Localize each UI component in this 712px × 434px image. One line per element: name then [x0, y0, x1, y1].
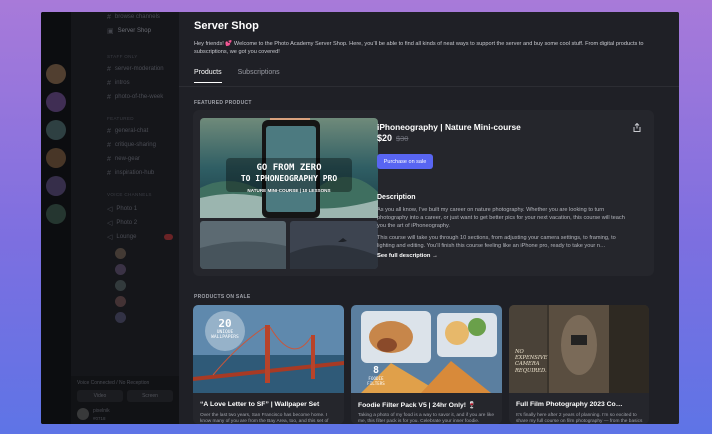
- hash-icon: #: [107, 79, 111, 87]
- channel-item[interactable]: # new-gear: [107, 154, 140, 164]
- featured-product-image[interactable]: GO FROM ZERO TO IPHONEOGRAPHY PRO NATURE…: [200, 118, 378, 269]
- voice-channel[interactable]: ◁ Photo 1: [107, 204, 137, 214]
- product-title: “A Love Letter to SF” | Wallpaper Set: [200, 401, 320, 408]
- wallpaper-badge: 20 UNIQUE WALLPAPERS: [211, 317, 239, 340]
- product-title: Foodie Filter Pack V5 | 24hr Only! 🍷: [358, 402, 477, 409]
- server-icon[interactable]: [46, 148, 66, 168]
- shop-intro: Hey friends! 💕 Welcome to the Photo Acad…: [194, 41, 644, 56]
- product-description: It’s finally here after 2 years of plann…: [516, 413, 643, 424]
- voice-user-avatar: [115, 248, 126, 259]
- channel-server-shop[interactable]: ▣ Server Shop: [107, 26, 151, 36]
- voice-channel[interactable]: ◁ Photo 2: [107, 218, 137, 228]
- voice-user-avatar: [115, 264, 126, 275]
- channel-item[interactable]: # inspiration-hub: [107, 168, 154, 178]
- channel-item[interactable]: # intros: [107, 78, 130, 88]
- shop-icon: ▣: [107, 28, 114, 35]
- filter-badge: 8 FOODIE FILTERS: [367, 365, 385, 386]
- group-header: VOICE CHANNELS: [107, 192, 152, 197]
- description-heading: Description: [377, 194, 416, 201]
- server-icon[interactable]: [46, 204, 66, 224]
- description-paragraph-1: As you all know, I’ve built my career on…: [377, 207, 625, 230]
- page-title: Server Shop: [194, 20, 259, 32]
- channel-item[interactable]: # critique-sharing: [107, 140, 156, 150]
- server-rail: [41, 12, 71, 424]
- voice-status: Voice Connected / No Reception: [77, 380, 150, 386]
- live-badge: [164, 234, 173, 240]
- product-card[interactable]: 20 UNIQUE WALLPAPERS “A Love Letter to S…: [193, 305, 344, 424]
- product-description: Taking a photo of my food is a way to sa…: [358, 413, 494, 424]
- tab-divider: [179, 86, 679, 87]
- product-title: Full Film Photography 2023 Co…: [516, 401, 623, 408]
- channel-sidebar: # browse channels ▣ Server Shop STAFF ONLY…: [71, 12, 179, 424]
- voice-channel[interactable]: ◁ Lounge: [107, 232, 136, 242]
- product-card[interactable]: 8 FOODIE FILTERS Foodie Filter Pack V5 |…: [351, 305, 502, 424]
- film-overlay-text: NO EXPENSIVE CAMERA REQUIRED.: [515, 349, 548, 374]
- app-window: # browse channels ▣ Server Shop STAFF ONLY…: [41, 12, 679, 424]
- on-sale-label: PRODUCTS ON SALE: [194, 294, 251, 300]
- shop-tabs: Products Subscriptions: [194, 69, 280, 83]
- tab-subscriptions[interactable]: Subscriptions: [238, 69, 280, 83]
- shop-panel: Server Shop Hey friends! 💕 Welcome to th…: [179, 12, 679, 424]
- featured-label: FEATURED PRODUCT: [194, 100, 252, 106]
- avatar[interactable]: [77, 408, 89, 420]
- hash-icon: #: [107, 141, 111, 149]
- hash-icon: #: [107, 127, 111, 135]
- video-button[interactable]: Video: [77, 390, 123, 402]
- group-header: STAFF ONLY: [107, 54, 138, 59]
- share-icon[interactable]: [633, 119, 641, 137]
- hash-icon: #: [107, 93, 111, 101]
- user-panel: Voice Connected / No Reception Video Scr…: [71, 376, 179, 424]
- voice-user-avatar: [115, 312, 126, 323]
- arrow-right-icon: →: [432, 253, 438, 259]
- channel-item[interactable]: # photo-of-the-week: [107, 92, 163, 102]
- voice-user-avatar: [115, 296, 126, 307]
- server-icon[interactable]: [46, 176, 66, 196]
- channel-browse[interactable]: # browse channels: [107, 12, 160, 22]
- server-icon[interactable]: [46, 64, 66, 84]
- product-card[interactable]: NO EXPENSIVE CAMERA REQUIRED. Full Film …: [509, 305, 649, 424]
- description-paragraph-2: This course will take you through 10 sec…: [377, 235, 616, 250]
- image-caption-2: TO IPHONEOGRAPHY PRO: [241, 174, 338, 183]
- sale-price: $20: [377, 133, 393, 143]
- user-tag: #0718: [93, 415, 106, 421]
- channel-item[interactable]: # general-chat: [107, 126, 148, 136]
- hash-icon: #: [107, 155, 111, 163]
- featured-product-title: iPhoneography | Nature Mini-course: [377, 122, 521, 132]
- server-icon[interactable]: [46, 120, 66, 140]
- speaker-icon: ◁: [107, 234, 113, 241]
- purchase-button[interactable]: Purchase on sale: [377, 154, 433, 169]
- hash-icon: #: [107, 169, 111, 177]
- server-icon[interactable]: [46, 92, 66, 112]
- hash-icon: #: [107, 13, 111, 21]
- hash-icon: #: [107, 65, 111, 73]
- featured-price: $20 $30: [377, 133, 408, 143]
- screen-button[interactable]: Screen: [127, 390, 173, 402]
- featured-product-card[interactable]: GO FROM ZERO TO IPHONEOGRAPHY PRO NATURE…: [193, 110, 654, 276]
- group-header: FEATURED: [107, 116, 134, 121]
- speaker-icon: ◁: [107, 220, 113, 227]
- image-caption-3: NATURE MINI-COURSE | 10 LESSONS: [247, 188, 330, 193]
- original-price: $30: [396, 134, 409, 143]
- speaker-icon: ◁: [107, 206, 113, 213]
- image-caption-1: GO FROM ZERO: [256, 163, 322, 173]
- channel-item[interactable]: # server-moderation: [107, 64, 164, 74]
- voice-user-avatar: [115, 280, 126, 291]
- product-description: Over the last two years, San Francisco h…: [200, 413, 329, 424]
- tab-products[interactable]: Products: [194, 69, 222, 83]
- see-full-description-link[interactable]: See full description →: [377, 253, 438, 259]
